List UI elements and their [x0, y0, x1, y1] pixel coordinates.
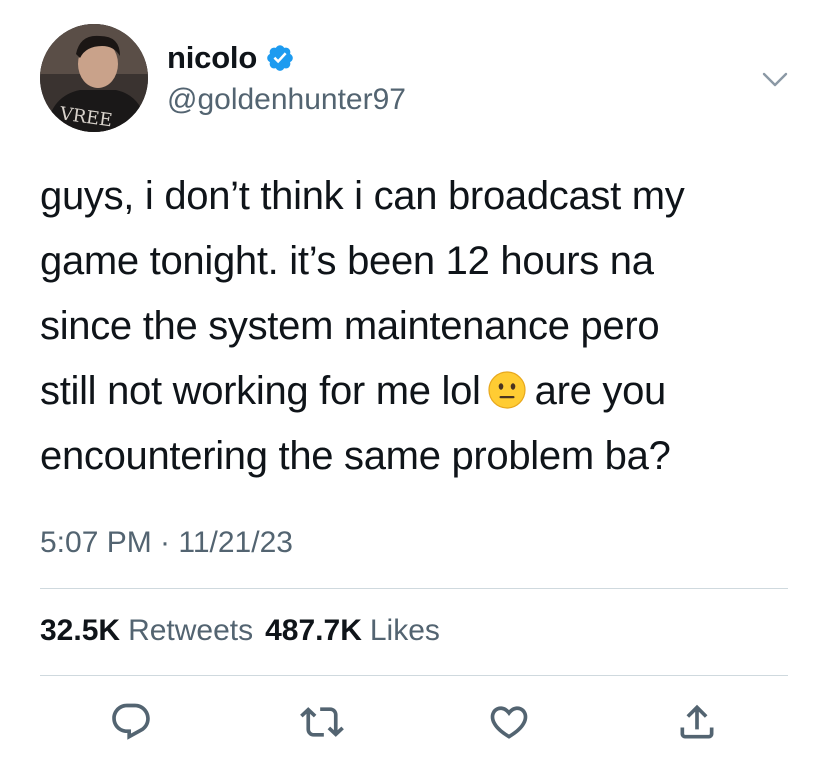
retweets-count: 32.5K: [40, 614, 121, 647]
likes-count: 487.7K: [265, 614, 362, 647]
like-button[interactable]: [487, 700, 531, 744]
handle[interactable]: @goldenhunter97: [167, 83, 406, 117]
neutral-face-emoji-icon: [487, 365, 527, 409]
speech-bubble-icon: [112, 703, 150, 740]
tweet-line: game tonight. it’s been 12 hours na: [40, 239, 654, 283]
tweet-line: guys, i don’t think i can broadcast my: [40, 174, 685, 218]
divider: [40, 675, 788, 676]
tweet-detail: VREE nicolo @goldenhunter97 guys, i don’…: [0, 0, 828, 765]
tweet-line-with-emoji: still not working for me lol are you: [40, 359, 800, 424]
retweet-button[interactable]: [300, 700, 344, 744]
display-name-row: nicolo: [167, 40, 295, 76]
display-name[interactable]: nicolo: [167, 40, 257, 76]
tweet-line-segment: are you: [534, 369, 667, 413]
chevron-down-icon[interactable]: [758, 64, 792, 94]
verified-badge-icon: [265, 43, 295, 73]
timestamp[interactable]: 5:07 PM · 11/21/23: [40, 526, 293, 560]
tweet-text: guys, i don’t think i can broadcast my g…: [40, 164, 800, 489]
likes-stat[interactable]: 487.7K Likes: [265, 614, 440, 648]
retweets-stat[interactable]: 32.5K Retweets: [40, 614, 253, 648]
divider: [40, 588, 788, 589]
heart-icon: [490, 706, 528, 739]
retweet-arrows-icon: [300, 707, 344, 737]
tweet-line: encountering the same problem ba?: [40, 434, 671, 478]
share-button[interactable]: [675, 700, 719, 744]
likes-label: Likes: [369, 614, 440, 647]
tweet-line: since the system maintenance pero: [40, 304, 660, 348]
tweet-line-segment: still not working for me lol: [40, 369, 481, 413]
share-upload-icon: [680, 704, 714, 739]
retweets-label: Retweets: [128, 614, 254, 647]
avatar[interactable]: VREE: [40, 24, 148, 132]
profile-photo-icon: VREE: [40, 24, 148, 132]
reply-button[interactable]: [109, 700, 153, 744]
action-bar: [0, 700, 828, 746]
engagement-stats: 32.5K Retweets 487.7K Likes: [40, 614, 440, 648]
